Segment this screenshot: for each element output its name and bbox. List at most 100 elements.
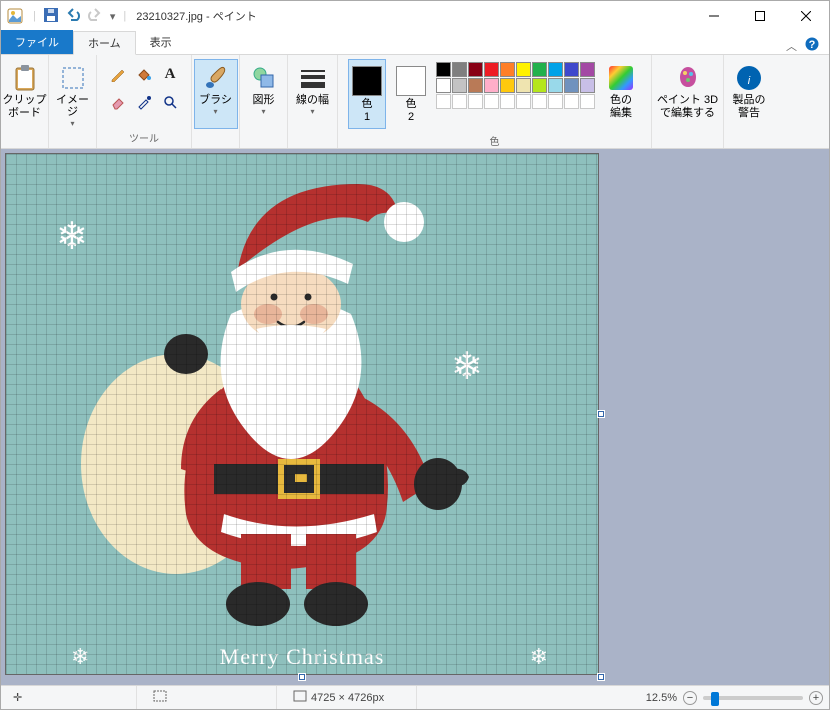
color-swatch[interactable] — [484, 62, 499, 77]
color-swatch-empty[interactable] — [532, 94, 547, 109]
shapes-button[interactable]: 図形 ▾ — [242, 59, 286, 129]
window-controls — [691, 1, 829, 31]
snowflake-icon: ❄ — [56, 214, 88, 259]
canvas-text: Merry Christmas — [220, 644, 385, 670]
color-swatch[interactable] — [564, 78, 579, 93]
titlebar: | ▾ | 23210327.jpg - ペイント — [1, 1, 829, 31]
shapes-icon — [251, 64, 277, 92]
undo-icon[interactable] — [66, 8, 80, 25]
color-swatch[interactable] — [532, 62, 547, 77]
color-swatch[interactable] — [452, 78, 467, 93]
color-swatch[interactable] — [580, 78, 595, 93]
quick-access-toolbar: ▾ — [40, 8, 120, 25]
statusbar: ✛ 4725 × 4726px 12.5% − + — [1, 685, 829, 709]
zoom-slider[interactable] — [703, 696, 803, 700]
color-swatch-empty[interactable] — [452, 94, 467, 109]
eraser-tool[interactable] — [107, 91, 129, 113]
brushes-button[interactable]: ブラシ ▾ — [194, 59, 238, 129]
color-swatch[interactable] — [468, 78, 483, 93]
color-swatch-empty[interactable] — [548, 94, 563, 109]
linewidth-button[interactable]: 線の幅 ▾ — [291, 59, 335, 129]
clipboard-label: クリップ ボード — [3, 94, 47, 119]
redo-icon[interactable] — [88, 8, 102, 25]
selection-size-icon — [153, 690, 167, 705]
color-swatch[interactable] — [516, 78, 531, 93]
color-palette — [436, 59, 595, 109]
group-shapes: 図形 ▾ — [240, 55, 288, 148]
chevron-down-icon: ▾ — [261, 107, 265, 116]
clipboard-button[interactable]: クリップ ボード — [3, 59, 47, 129]
ribbon-tabs: ファイル ホーム 表示 ︿ ? — [1, 31, 829, 55]
color-swatch[interactable] — [564, 62, 579, 77]
resize-handle-corner[interactable] — [598, 674, 604, 680]
color-swatch-empty[interactable] — [500, 94, 515, 109]
maximize-button[interactable] — [737, 1, 783, 31]
snowflake-icon: ❄ — [71, 644, 89, 670]
pencil-tool[interactable] — [107, 63, 129, 85]
view-tab[interactable]: 表示 — [136, 30, 186, 54]
color-swatch[interactable] — [452, 62, 467, 77]
snowflake-icon: ❄ — [451, 344, 483, 389]
color-swatch[interactable] — [500, 62, 515, 77]
canvas[interactable]: ❄ ❄ ❄ ❄ Merry Christmas — [6, 154, 598, 674]
group-linewidth: 線の幅 ▾ — [288, 55, 338, 148]
ribbon: クリップ ボード イメージ ▾ A ツール — [1, 55, 829, 149]
color1-button[interactable]: 色 1 — [348, 59, 386, 129]
select-icon — [61, 64, 85, 92]
separator: | — [123, 10, 126, 22]
status-cursor: ✛ — [7, 686, 137, 709]
color-swatch[interactable] — [436, 62, 451, 77]
ribbon-right: ︿ ? — [786, 37, 829, 54]
save-icon[interactable] — [44, 8, 58, 25]
color-swatch[interactable] — [436, 78, 451, 93]
zoom-slider-thumb[interactable] — [711, 692, 719, 706]
color-swatch[interactable] — [548, 78, 563, 93]
group-colors: 色 1 色 2 色の 編集 色 — [338, 55, 652, 148]
picker-tool[interactable] — [133, 91, 155, 113]
color-swatch[interactable] — [500, 78, 515, 93]
app-icon — [7, 8, 23, 24]
brush-icon — [202, 64, 230, 92]
alerts-button[interactable]: i 製品の 警告 — [727, 59, 771, 129]
minimize-button[interactable] — [691, 1, 737, 31]
close-button[interactable] — [783, 1, 829, 31]
zoom-out-button[interactable]: − — [683, 691, 697, 705]
file-tab[interactable]: ファイル — [1, 30, 73, 54]
separator: | — [33, 10, 36, 22]
color-swatch-empty[interactable] — [436, 94, 451, 109]
color-swatch[interactable] — [484, 78, 499, 93]
chevron-down-icon: ▾ — [310, 107, 314, 116]
color2-well — [396, 66, 426, 96]
linewidth-icon — [299, 64, 327, 92]
fill-tool[interactable] — [133, 63, 155, 85]
image-button[interactable]: イメージ ▾ — [51, 59, 95, 129]
text-tool[interactable]: A — [159, 63, 181, 85]
color-swatch[interactable] — [532, 78, 547, 93]
edit-colors-button[interactable]: 色の 編集 — [601, 59, 641, 129]
zoom-controls: 12.5% − + — [646, 691, 823, 705]
color-swatch-empty[interactable] — [564, 94, 579, 109]
color-swatch[interactable] — [516, 62, 531, 77]
color-swatch[interactable] — [580, 62, 595, 77]
dimensions-icon — [293, 690, 307, 705]
color-swatch-empty[interactable] — [516, 94, 531, 109]
resize-handle-right[interactable] — [598, 411, 604, 417]
help-icon[interactable]: ? — [805, 37, 819, 54]
canvas-area[interactable]: ❄ ❄ ❄ ❄ Merry Christmas — [1, 149, 829, 685]
chevron-down-icon: ▾ — [70, 119, 74, 128]
paint3d-button[interactable]: ペイント 3D で編集する — [654, 59, 722, 129]
color-swatch-empty[interactable] — [484, 94, 499, 109]
magnifier-tool[interactable] — [159, 91, 181, 113]
collapse-ribbon-icon[interactable]: ︿ — [786, 38, 797, 54]
color-swatch-empty[interactable] — [580, 94, 595, 109]
home-tab[interactable]: ホーム — [73, 31, 136, 55]
zoom-in-button[interactable]: + — [809, 691, 823, 705]
color-swatch-empty[interactable] — [468, 94, 483, 109]
resize-handle-bottom[interactable] — [299, 674, 305, 680]
cursor-pos-icon: ✛ — [13, 691, 22, 704]
color-swatch[interactable] — [468, 62, 483, 77]
customize-qat-icon[interactable]: ▾ — [110, 10, 116, 23]
color2-button[interactable]: 色 2 — [392, 59, 430, 129]
zoom-level: 12.5% — [646, 692, 677, 704]
color-swatch[interactable] — [548, 62, 563, 77]
